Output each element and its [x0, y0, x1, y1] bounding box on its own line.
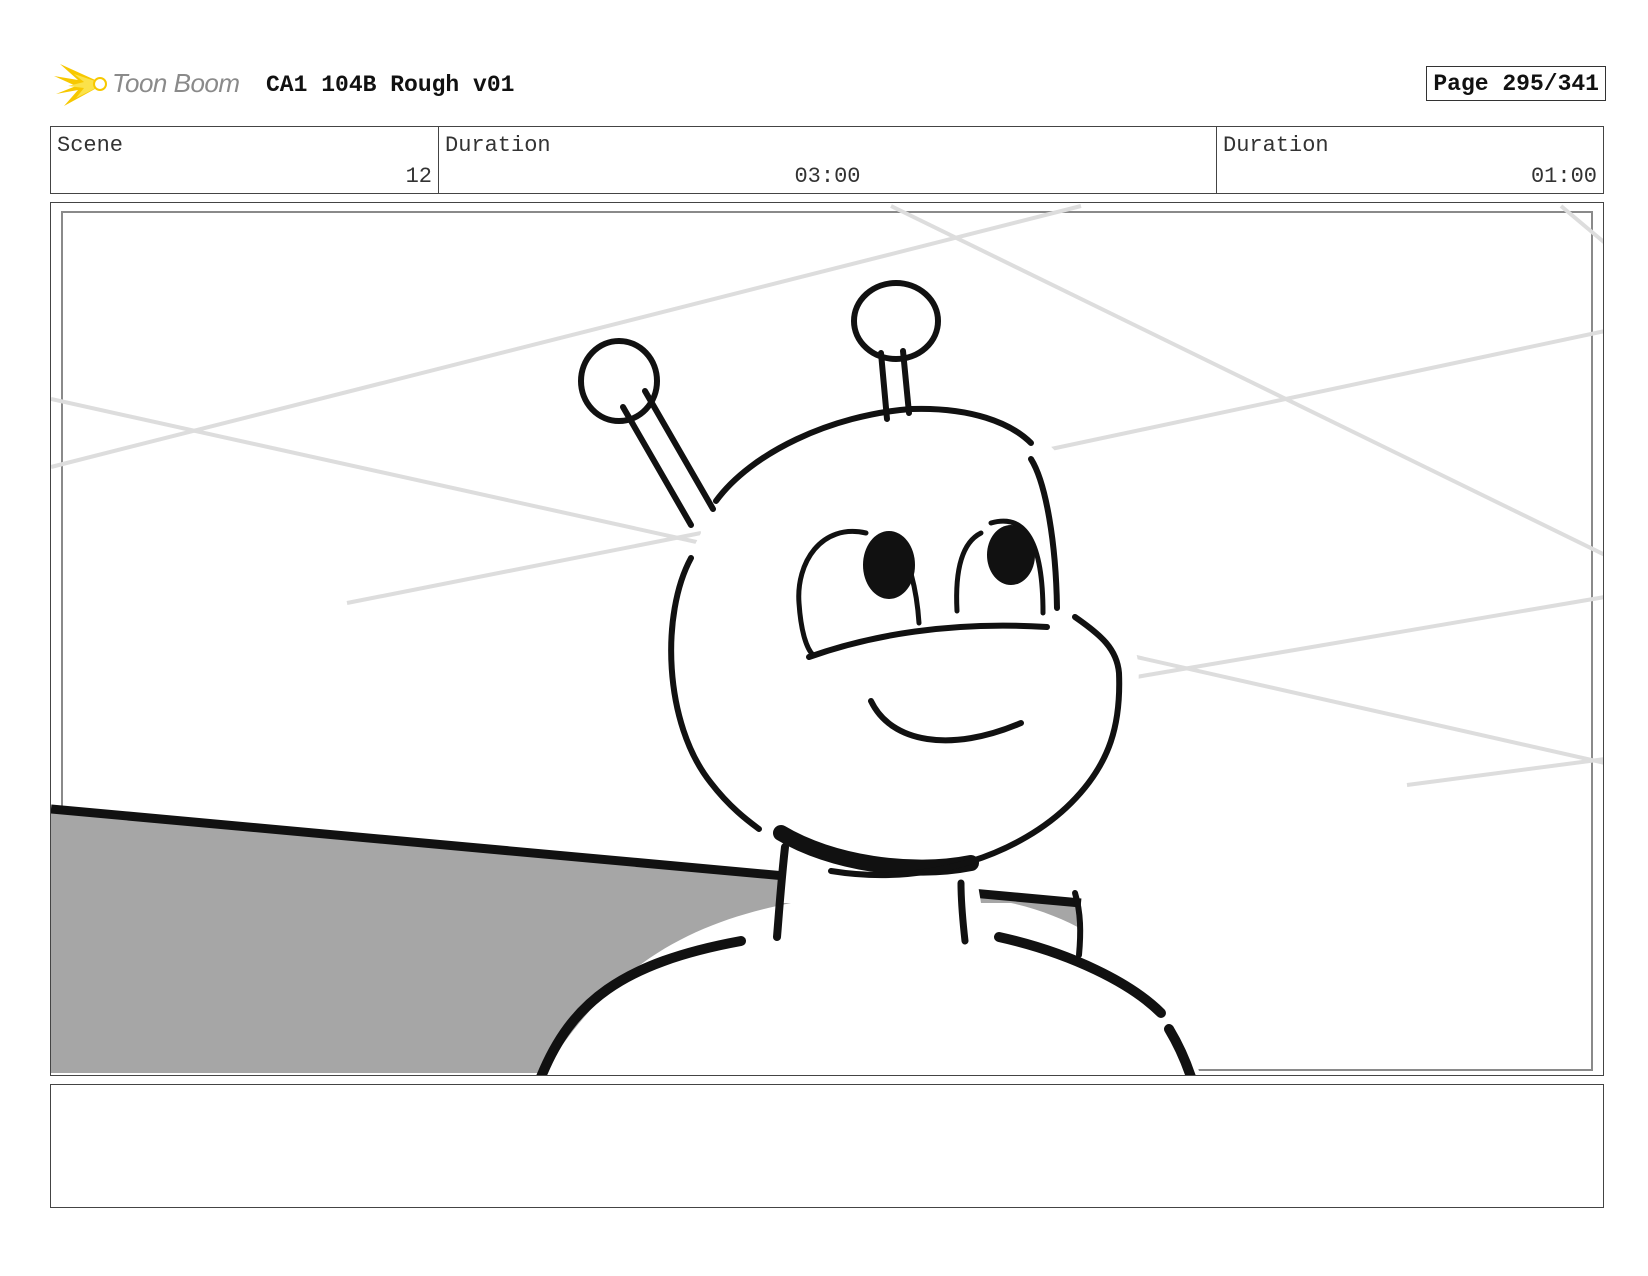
toon-boom-logo: Toon Boom	[54, 60, 254, 110]
scene-label: Scene	[57, 133, 124, 158]
right-pupil	[987, 525, 1035, 585]
notes-box	[50, 1084, 1604, 1208]
duration-value-2: 01:00	[1530, 164, 1597, 189]
logo-burst-icon	[54, 64, 107, 106]
storyboard-panel	[50, 202, 1604, 1076]
duration-value-1: 03:00	[794, 164, 861, 189]
logo-text: Toon Boom	[112, 68, 240, 98]
page-number: Page 295/341	[1426, 66, 1606, 101]
duration-label-1: Duration	[445, 133, 551, 158]
duration-cell-2: Duration 01:00	[1217, 127, 1603, 193]
duration-cell-1: Duration 03:00	[439, 127, 1217, 193]
page-header: Toon Boom CA1 104B Rough v01 Page 295/34…	[50, 58, 1606, 112]
scene-info-row: Scene 12 Duration 03:00 Duration 01:00	[50, 126, 1604, 194]
document-title: CA1 104B Rough v01	[266, 72, 515, 98]
scene-value: 12	[405, 164, 432, 189]
duration-label-2: Duration	[1223, 133, 1329, 158]
scene-cell: Scene 12	[51, 127, 439, 193]
left-pupil	[863, 531, 915, 599]
panel-drawing	[51, 204, 1603, 1075]
